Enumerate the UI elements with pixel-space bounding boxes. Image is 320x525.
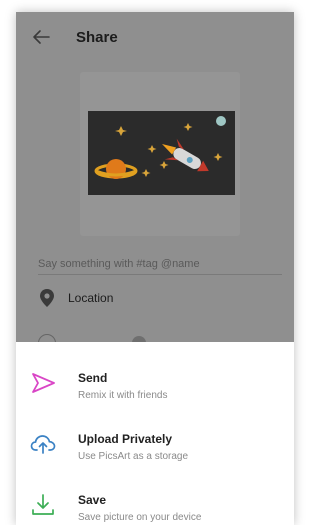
save-label: Save — [78, 493, 107, 507]
send-option[interactable]: Send Remix it with friends — [16, 355, 294, 411]
artwork-image — [88, 111, 235, 195]
top-bar: Share — [16, 12, 294, 64]
upload-privately-label: Upload Privately — [78, 432, 173, 446]
save-subtitle: Save picture on your device — [78, 512, 202, 523]
share-screen: Share Say something with #tag @name Loca… — [16, 12, 294, 525]
map-pin-icon — [40, 289, 54, 307]
download-icon — [32, 494, 54, 515]
page-title: Share — [76, 29, 118, 46]
cloud-upload-icon — [30, 435, 56, 454]
upload-privately-option[interactable]: Upload Privately Use PicsArt as a storag… — [16, 416, 294, 472]
arrow-left-icon[interactable] — [30, 26, 52, 48]
save-option[interactable]: Save Save picture on your device — [16, 477, 294, 525]
send-icon — [32, 373, 55, 393]
send-subtitle: Remix it with friends — [78, 390, 168, 401]
caption-placeholder: Say something with #tag @name — [38, 258, 200, 270]
location-label: Location — [68, 291, 114, 305]
send-label: Send — [78, 371, 108, 385]
upload-privately-subtitle: Use PicsArt as a storage — [78, 451, 189, 462]
caption-input[interactable]: Say something with #tag @name — [38, 254, 282, 275]
share-bottom-sheet: Send Remix it with friends Upload Privat… — [16, 342, 294, 525]
location-button[interactable]: Location — [38, 286, 238, 310]
